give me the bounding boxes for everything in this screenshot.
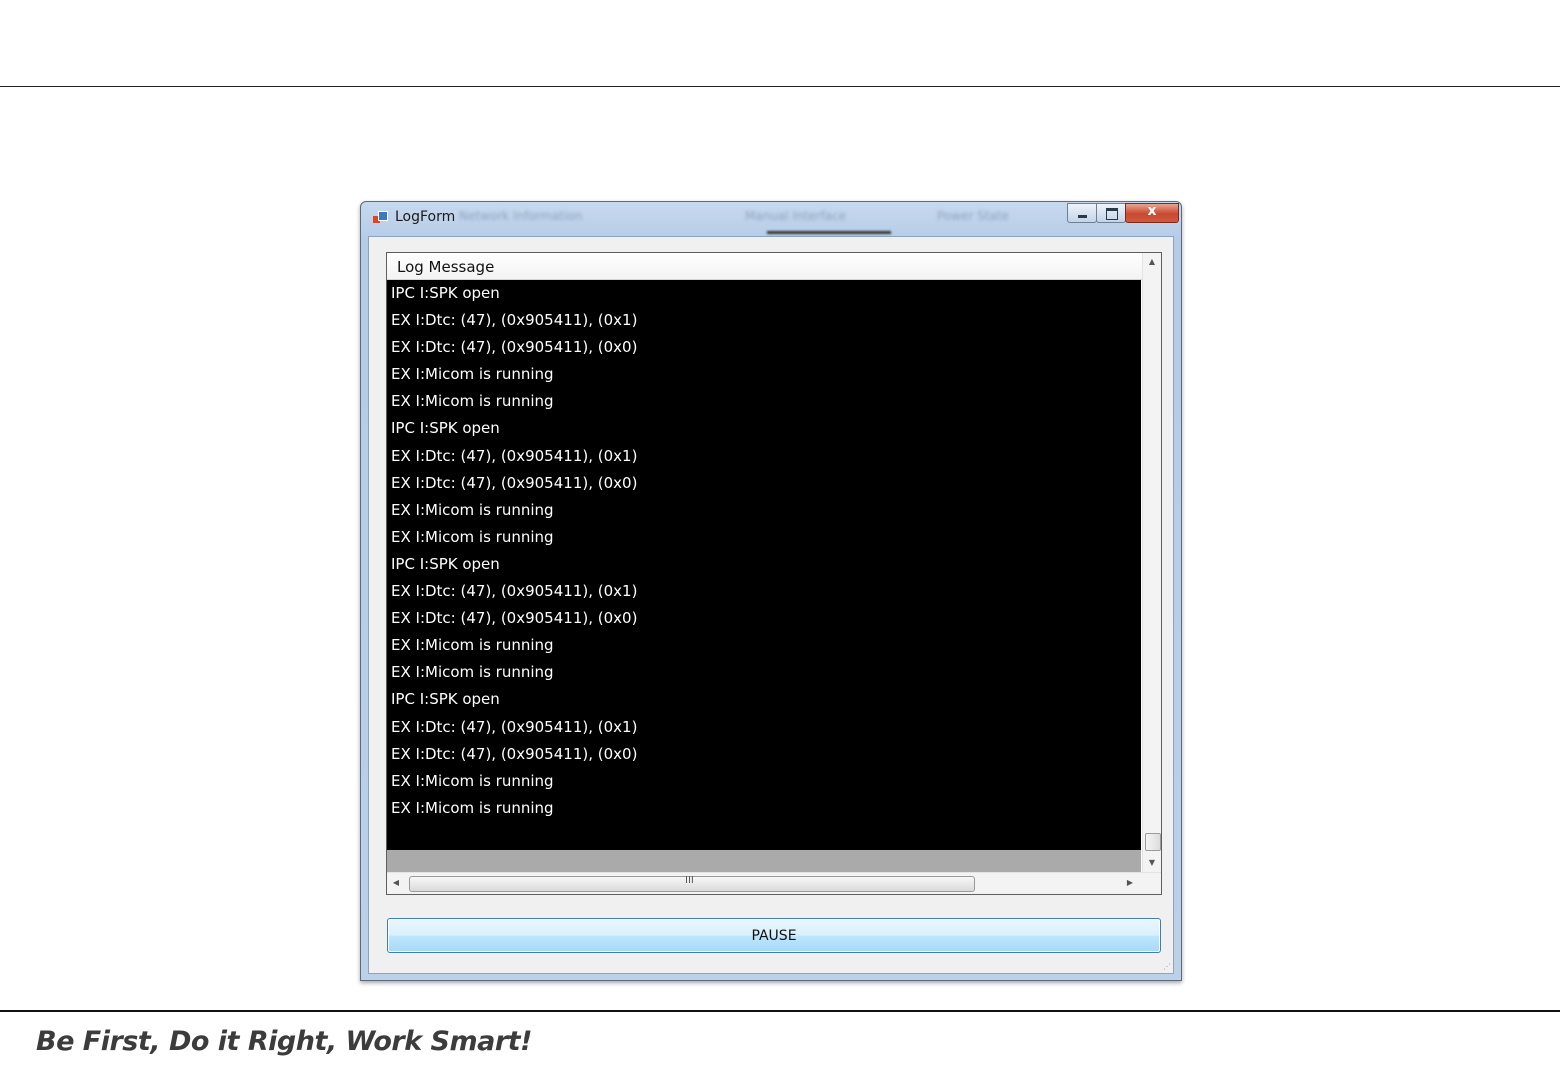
scroll-grip-icon: III <box>685 875 694 886</box>
log-line[interactable]: IPC I:SPK open <box>387 415 1141 442</box>
column-header-log-message[interactable]: Log Message <box>387 253 1142 280</box>
column-header-label: Log Message <box>397 258 495 276</box>
log-line[interactable]: EX I:Dtc: (47), (0x905411), (0x0) <box>387 741 1141 768</box>
log-line[interactable]: EX I:Micom is running <box>387 768 1141 795</box>
scroll-right-icon[interactable]: ▶ <box>1121 873 1139 893</box>
app-icon <box>373 211 388 225</box>
log-line[interactable]: EX I:Micom is running <box>387 659 1141 686</box>
bottom-divider <box>0 1010 1560 1012</box>
minimize-button[interactable] <box>1067 203 1097 223</box>
log-line[interactable]: EX I:Micom is running <box>387 524 1141 551</box>
log-line[interactable]: EX I:Dtc: (47), (0x905411), (0x1) <box>387 307 1141 334</box>
scroll-down-icon[interactable]: ▼ <box>1143 854 1161 872</box>
ghost-tab-label: Power State <box>937 209 1009 223</box>
ghost-tab-label: Manual Interface <box>745 209 847 223</box>
log-line[interactable]: EX I:Dtc: (47), (0x905411), (0x0) <box>387 334 1141 361</box>
log-line[interactable]: EX I:Dtc: (47), (0x905411), (0x0) <box>387 470 1141 497</box>
logform-window: LogForm Network Information Manual Inter… <box>360 201 1182 981</box>
title-bar[interactable]: LogForm Network Information Manual Inter… <box>361 202 1181 234</box>
pause-button[interactable]: PAUSE <box>387 918 1161 953</box>
vertical-scroll-thumb[interactable] <box>1145 833 1161 851</box>
maximize-icon <box>1106 208 1118 220</box>
close-icon: x <box>1147 203 1157 219</box>
window-title: LogForm <box>395 209 456 225</box>
client-area: Log Message IPC I:SPK open EX I:Dtc: (47)… <box>368 236 1174 974</box>
vertical-scrollbar[interactable]: ▲ ▼ <box>1142 253 1161 872</box>
horizontal-scroll-thumb[interactable]: III <box>409 875 975 892</box>
log-line[interactable]: EX I:Micom is running <box>387 632 1141 659</box>
log-line[interactable]: EX I:Micom is running <box>387 497 1141 524</box>
list-empty-band <box>387 850 1141 872</box>
scroll-up-icon[interactable]: ▲ <box>1143 253 1161 271</box>
caption-buttons: x <box>1067 203 1179 225</box>
top-divider <box>0 86 1560 87</box>
log-line[interactable]: IPC I:SPK open <box>387 686 1141 713</box>
log-line[interactable]: IPC I:SPK open <box>387 280 1141 307</box>
pause-button-label: PAUSE <box>751 928 797 944</box>
log-line[interactable]: EX I:Dtc: (47), (0x905411), (0x1) <box>387 714 1141 741</box>
horizontal-scrollbar[interactable]: ◀ III ▶ <box>387 872 1161 894</box>
close-button[interactable]: x <box>1125 203 1179 223</box>
log-line[interactable]: EX I:Dtc: (47), (0x905411), (0x1) <box>387 443 1141 470</box>
ghost-tab-underline <box>767 231 891 234</box>
log-line[interactable]: EX I:Dtc: (47), (0x905411), (0x0) <box>387 605 1141 632</box>
log-line[interactable]: EX I:Dtc: (47), (0x905411), (0x1) <box>387 578 1141 605</box>
resize-grip-icon[interactable]: ⋰ <box>1163 962 1171 971</box>
log-line[interactable]: EX I:Micom is running <box>387 388 1141 415</box>
minimize-icon <box>1078 215 1087 218</box>
log-line[interactable]: EX I:Micom is running <box>387 795 1141 822</box>
log-message-list[interactable]: IPC I:SPK open EX I:Dtc: (47), (0x905411)… <box>387 280 1141 850</box>
maximize-button[interactable] <box>1096 203 1126 223</box>
ghost-tab-label: Network Information <box>459 209 583 223</box>
log-listview[interactable]: Log Message IPC I:SPK open EX I:Dtc: (47)… <box>386 252 1162 895</box>
log-line[interactable]: EX I:Micom is running <box>387 361 1141 388</box>
footer-slogan: Be First, Do it Right, Work Smart! <box>36 1026 532 1057</box>
scroll-left-icon[interactable]: ◀ <box>387 873 405 893</box>
log-line[interactable]: IPC I:SPK open <box>387 551 1141 578</box>
